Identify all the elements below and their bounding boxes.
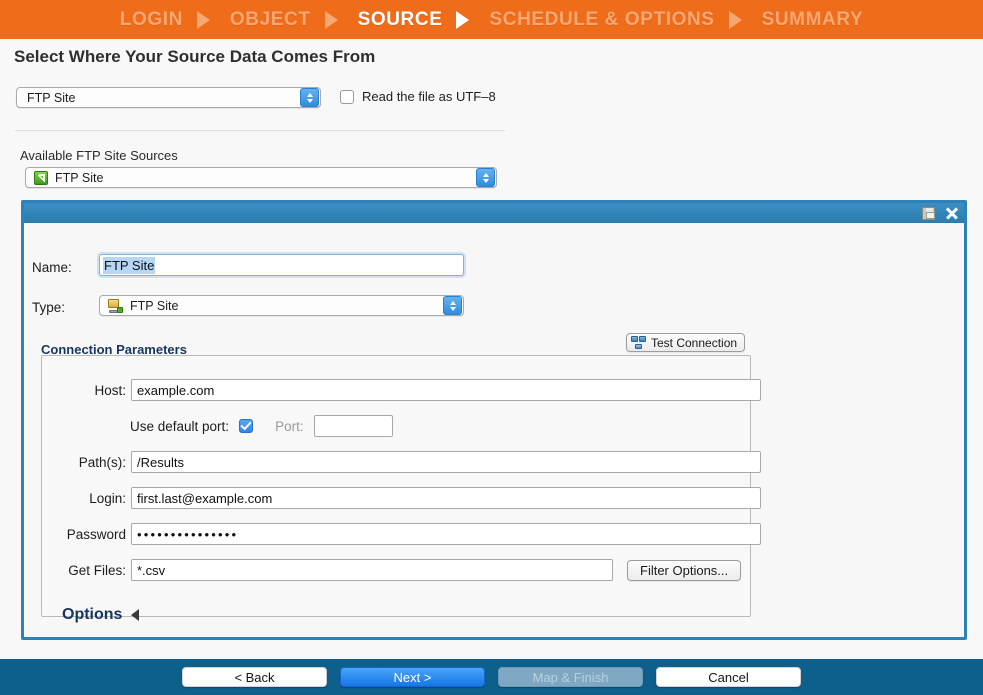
type-field-label: Type: — [32, 300, 66, 315]
host-input[interactable]: example.com — [131, 379, 761, 401]
stepper-icon[interactable] — [300, 88, 319, 107]
paths-field-row: Path(s): /Results — [54, 451, 761, 473]
name-input-value: FTP Site — [103, 256, 156, 274]
wizard-step-summary[interactable]: SUMMARY — [748, 9, 878, 31]
section-divider — [15, 130, 505, 131]
port-field-row: Use default port: Port: — [130, 415, 393, 437]
type-select-value-wrap: FTP Site — [100, 298, 443, 313]
password-field-label: Password — [66, 526, 126, 542]
wizard-step-object-label: OBJECT — [229, 8, 311, 30]
chevron-right-icon — [324, 10, 338, 29]
next-button[interactable]: Next > — [340, 667, 485, 687]
cancel-button[interactable]: Cancel — [656, 667, 801, 687]
password-field-row: Password ••••••••••••••• — [47, 523, 761, 545]
stepper-icon[interactable] — [476, 168, 495, 187]
available-sources-select-value: FTP Site — [55, 170, 104, 185]
port-input[interactable] — [313, 415, 393, 437]
page-title: Select Where Your Source Data Comes From — [14, 47, 376, 66]
port-field-label: Port: — [275, 418, 304, 434]
network-icon — [631, 336, 646, 349]
login-input[interactable]: first.last@example.com — [131, 487, 761, 509]
wizard-step-source[interactable]: SOURCE — [344, 9, 476, 31]
filter-options-button[interactable]: Filter Options... — [627, 559, 742, 581]
wizard-step-schedule-options-label: SCHEDULE & OPTIONS — [489, 8, 715, 30]
source-type-select-value: FTP Site — [27, 90, 76, 105]
options-disclosure[interactable]: Options — [62, 606, 140, 624]
password-input[interactable]: ••••••••••••••• — [131, 523, 761, 545]
use-default-port-checkbox[interactable] — [239, 419, 254, 433]
available-sources-select[interactable]: FTP Site — [25, 167, 497, 188]
name-field-label: Name: — [32, 260, 72, 275]
wizard-step-source-label: SOURCE — [357, 8, 443, 30]
available-sources-value-wrap: FTP Site — [26, 170, 476, 185]
map-and-finish-button: Map & Finish — [498, 667, 643, 687]
paths-input[interactable]: /Results — [131, 451, 761, 473]
utf8-checkbox-label: Read the file as UTF–8 — [362, 89, 496, 104]
utf8-checkbox-row[interactable]: Read the file as UTF–8 — [340, 89, 496, 104]
source-type-select[interactable]: FTP Site — [16, 87, 321, 108]
chevron-right-icon — [456, 10, 470, 29]
ftp-site-green-icon — [34, 170, 48, 185]
test-connection-button-label: Test Connection — [651, 335, 738, 350]
back-button[interactable]: < Back — [182, 667, 327, 687]
ftp-site-editor-dialog: Name: FTP Site Type: FTP Site Connection… — [21, 200, 967, 640]
wizard-footer: < Back Next > Map & Finish Cancel — [0, 659, 983, 695]
login-field-row: Login: first.last@example.com — [54, 487, 761, 509]
paths-field-label: Path(s): — [78, 454, 126, 470]
wizard-step-login-label: LOGIN — [119, 8, 183, 30]
wizard-step-nav: LOGIN OBJECT SOURCE SCHEDULE & OPTIONS S… — [0, 0, 983, 39]
type-select[interactable]: FTP Site — [99, 295, 464, 316]
host-field-label: Host: — [94, 382, 126, 398]
options-label: Options — [62, 606, 123, 623]
app-root: LOGIN OBJECT SOURCE SCHEDULE & OPTIONS S… — [0, 0, 983, 695]
get-files-input[interactable]: *.csv — [131, 559, 613, 581]
wizard-step-login[interactable]: LOGIN — [106, 9, 216, 31]
utf8-checkbox[interactable] — [340, 89, 354, 104]
type-select-value: FTP Site — [130, 298, 179, 313]
login-field-label: Login: — [89, 490, 126, 506]
available-sources-label: Available FTP Site Sources — [20, 148, 178, 163]
connection-parameters-box: Host: example.com Use default port: Port… — [41, 355, 761, 623]
wizard-step-summary-label: SUMMARY — [761, 8, 864, 30]
get-files-field-row: Get Files: *.csv Filter Options... — [54, 559, 742, 581]
name-input[interactable]: FTP Site — [99, 254, 464, 276]
chevron-right-icon — [728, 10, 742, 29]
chevron-right-icon — [196, 10, 210, 29]
host-field-row: Host: example.com — [54, 379, 761, 401]
server-icon — [108, 298, 123, 313]
test-connection-button[interactable]: Test Connection — [626, 333, 746, 352]
caret-left-icon[interactable] — [131, 609, 140, 621]
dialog-titlebar — [24, 203, 964, 223]
save-icon[interactable] — [922, 206, 935, 220]
close-icon[interactable] — [944, 206, 959, 221]
get-files-field-label: Get Files: — [68, 562, 126, 578]
wizard-step-schedule-options[interactable]: SCHEDULE & OPTIONS — [475, 9, 747, 31]
stepper-icon[interactable] — [443, 296, 462, 315]
wizard-step-object[interactable]: OBJECT — [216, 9, 344, 31]
dialog-body: Name: FTP Site Type: FTP Site Connection… — [24, 223, 964, 638]
use-default-port-label: Use default port: — [130, 418, 230, 434]
